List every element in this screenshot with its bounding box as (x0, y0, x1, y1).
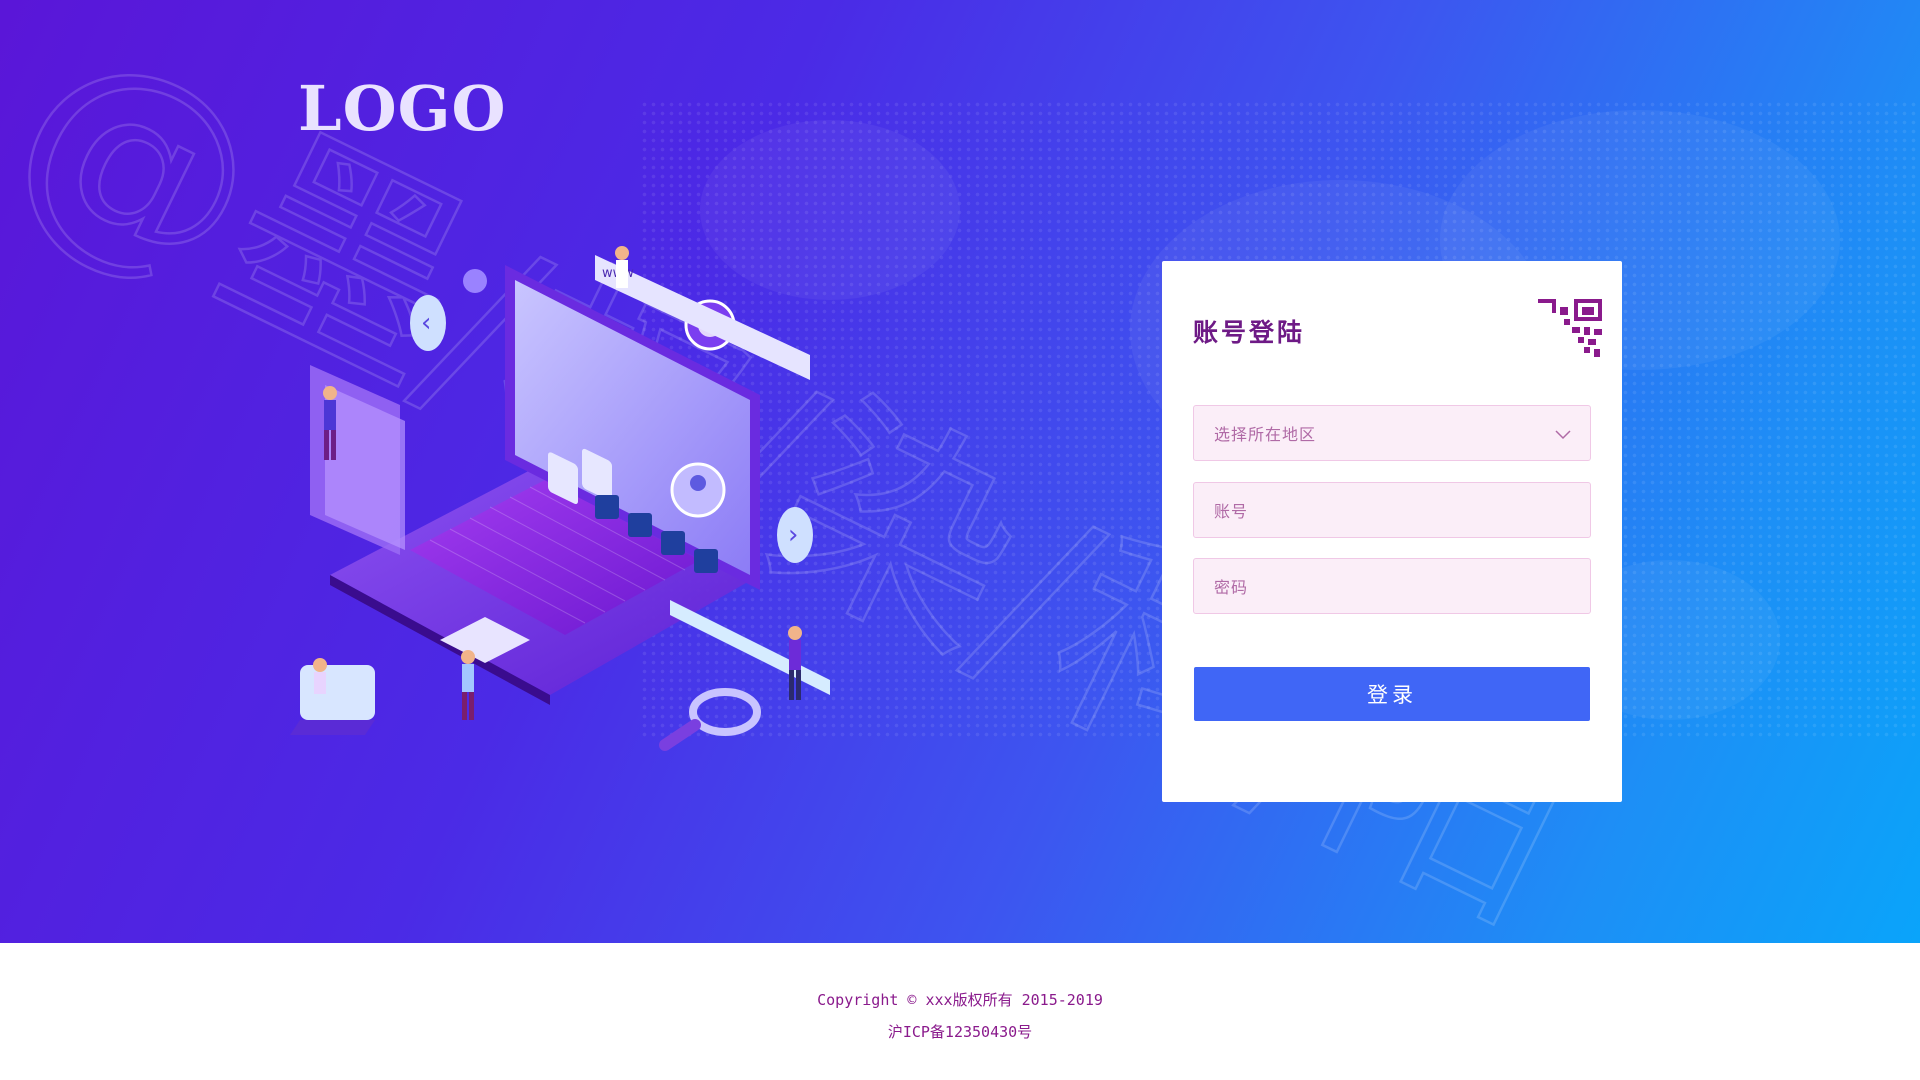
hero-illustration: ‹ › www (290, 246, 830, 751)
ruler (670, 600, 830, 695)
region-select-placeholder: 选择所在地区 (1214, 425, 1317, 444)
qr-code-icon[interactable] (1538, 299, 1602, 363)
account-input-placeholder: 账号 (1214, 502, 1249, 521)
login-title: 账号登陆 (1193, 318, 1306, 347)
account-input[interactable]: 账号 (1193, 482, 1591, 538)
login-card: 账号登陆 选择所在地区 账号 密码 登录 (1162, 261, 1622, 802)
code-card (300, 665, 375, 720)
magnifier (689, 688, 761, 736)
svg-text:‹: ‹ (421, 308, 431, 338)
chevron-down-icon (1555, 430, 1571, 440)
code-card-side (290, 720, 375, 735)
password-input[interactable]: 密码 (1193, 558, 1591, 614)
password-input-placeholder: 密码 (1214, 578, 1249, 597)
hero-background: @墨/权/染/科/阳 LOGO ‹ › 账号登陆 选择所在地区 账号 密码 登录 (0, 0, 1920, 943)
footer-icp: 沪ICP备12350430号 (887, 1023, 1033, 1041)
svg-text:›: › (788, 520, 798, 550)
avatar-bubble-head (690, 475, 706, 491)
footer: Copyright © xxx版权所有 2015-2019 沪ICP备12350… (0, 943, 1920, 1080)
region-select[interactable]: 选择所在地区 (1193, 405, 1591, 461)
footer-copyright: Copyright © xxx版权所有 2015-2019 (817, 991, 1103, 1009)
magnifier-handle (659, 719, 701, 751)
logo: LOGO (298, 72, 507, 145)
login-button[interactable]: 登录 (1194, 667, 1590, 721)
